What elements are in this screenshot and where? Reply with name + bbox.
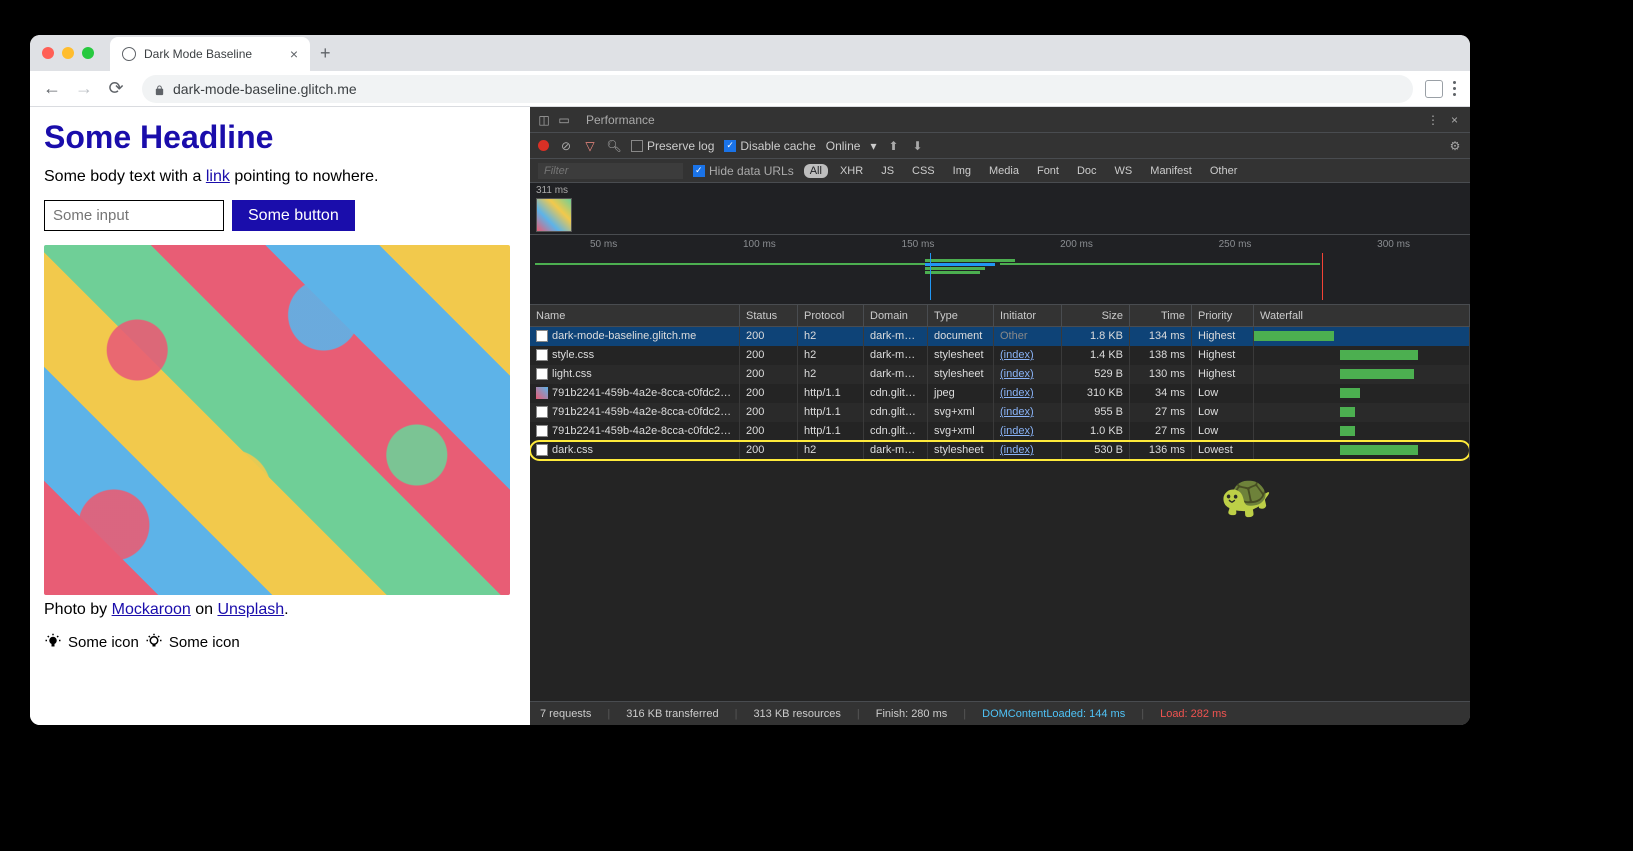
- network-row[interactable]: light.css200h2dark-mo…stylesheet(index)5…: [530, 365, 1470, 384]
- column-header-type[interactable]: Type: [928, 305, 994, 326]
- filter-chip-font[interactable]: Font: [1031, 164, 1065, 178]
- lock-icon: [154, 83, 165, 94]
- filter-chip-img[interactable]: Img: [947, 164, 977, 178]
- preserve-log-checkbox[interactable]: Preserve log: [631, 139, 714, 153]
- filter-chip-all[interactable]: All: [804, 164, 828, 178]
- hide-data-urls-checkbox[interactable]: Hide data URLs: [693, 164, 794, 178]
- column-header-priority[interactable]: Priority: [1192, 305, 1254, 326]
- disable-cache-checkbox[interactable]: Disable cache: [724, 139, 815, 153]
- bulb-icon: [145, 633, 163, 651]
- throttling-select[interactable]: Online ▾: [826, 139, 877, 153]
- image-caption: Photo by Mockaroon on Unsplash.: [44, 601, 516, 619]
- page-content: Some Headline Some body text with a link…: [30, 107, 530, 725]
- minimize-window[interactable]: [62, 47, 74, 59]
- network-row[interactable]: dark.css200h2dark-mo…stylesheet(index)53…: [530, 441, 1470, 460]
- turtle-emoji: 🐢: [1220, 472, 1272, 521]
- demo-button[interactable]: Some button: [232, 200, 355, 231]
- devtools-tab-performance[interactable]: Performance: [576, 107, 665, 133]
- filter-chip-other[interactable]: Other: [1204, 164, 1244, 178]
- browser-menu[interactable]: [1447, 75, 1462, 102]
- back-button[interactable]: ←: [38, 75, 66, 103]
- devtools-close[interactable]: ×: [1445, 113, 1464, 127]
- url-text: dark-mode-baseline.glitch.me: [173, 81, 357, 97]
- forward-button[interactable]: →: [70, 75, 98, 103]
- url-field[interactable]: dark-mode-baseline.glitch.me: [142, 75, 1413, 103]
- filter-chip-media[interactable]: Media: [983, 164, 1025, 178]
- filter-bar: Hide data URLs All XHR JS CSS Img Media Font Do…: [530, 159, 1470, 183]
- network-row[interactable]: 791b2241-459b-4a2e-8cca-c0fdc2…200http/1…: [530, 403, 1470, 422]
- devtools-menu[interactable]: ⋮: [1421, 113, 1445, 127]
- filter-chip-manifest[interactable]: Manifest: [1144, 164, 1198, 178]
- hero-image: [44, 245, 510, 595]
- status-bar: 7 requests| 316 KB transferred| 313 KB r…: [530, 701, 1470, 725]
- maximize-window[interactable]: [82, 47, 94, 59]
- column-header-time[interactable]: Time: [1130, 305, 1192, 326]
- reload-button[interactable]: ⟳: [102, 75, 130, 103]
- column-header-domain[interactable]: Domain: [864, 305, 928, 326]
- column-header-protocol[interactable]: Protocol: [798, 305, 864, 326]
- device-icon[interactable]: ▭: [556, 113, 572, 127]
- address-bar: ← → ⟳ dark-mode-baseline.glitch.me: [30, 71, 1470, 107]
- settings-icon[interactable]: ⚙: [1448, 139, 1462, 153]
- network-table: NameStatusProtocolDomainTypeInitiatorSiz…: [530, 305, 1470, 701]
- filter-chip-js[interactable]: JS: [875, 164, 900, 178]
- filter-icon[interactable]: ▽: [583, 139, 597, 153]
- body-paragraph: Some body text with a link pointing to n…: [44, 168, 516, 186]
- devtools-tab-bar: ◫ ▭ ElementsConsoleSourcesNetworkPerform…: [530, 107, 1470, 133]
- column-header-initiator[interactable]: Initiator: [994, 305, 1062, 326]
- author-link[interactable]: Mockaroon: [112, 601, 191, 618]
- close-tab-icon[interactable]: ×: [290, 46, 298, 62]
- body-link[interactable]: link: [206, 168, 230, 185]
- devtools-panel: ◫ ▭ ElementsConsoleSourcesNetworkPerform…: [530, 107, 1470, 725]
- close-window[interactable]: [42, 47, 54, 59]
- icon-row: Some icon Some icon: [44, 633, 516, 651]
- network-row[interactable]: 791b2241-459b-4a2e-8cca-c0fdc2…200http/1…: [530, 422, 1470, 441]
- browser-tab[interactable]: Dark Mode Baseline ×: [110, 37, 310, 71]
- tab-strip: Dark Mode Baseline × +: [30, 35, 1470, 71]
- column-header-waterfall[interactable]: Waterfall: [1254, 305, 1470, 326]
- filter-chip-ws[interactable]: WS: [1109, 164, 1139, 178]
- clear-icon[interactable]: ⊘: [559, 139, 573, 153]
- source-link[interactable]: Unsplash: [217, 601, 284, 618]
- network-row[interactable]: 791b2241-459b-4a2e-8cca-c0fdc2…200http/1…: [530, 384, 1470, 403]
- filter-input[interactable]: [538, 163, 683, 179]
- upload-icon[interactable]: ⬆: [886, 139, 900, 153]
- new-tab-button[interactable]: +: [320, 43, 331, 64]
- window-controls: [42, 47, 94, 59]
- overview-timeline[interactable]: 50 ms100 ms150 ms200 ms250 ms300 ms: [530, 235, 1470, 305]
- download-icon[interactable]: ⬇: [910, 139, 924, 153]
- filter-chip-css[interactable]: CSS: [906, 164, 941, 178]
- filter-chip-xhr[interactable]: XHR: [834, 164, 869, 178]
- page-headline: Some Headline: [44, 119, 516, 156]
- filmstrip: 311 ms: [530, 183, 1470, 235]
- network-row[interactable]: dark-mode-baseline.glitch.me200h2dark-mo…: [530, 327, 1470, 346]
- network-row[interactable]: style.css200h2dark-mo…stylesheet(index)1…: [530, 346, 1470, 365]
- bulb-icon: [44, 633, 62, 651]
- globe-icon: [122, 47, 136, 61]
- filter-chip-doc[interactable]: Doc: [1071, 164, 1103, 178]
- tab-title: Dark Mode Baseline: [144, 47, 282, 61]
- record-button[interactable]: [538, 140, 549, 151]
- column-header-name[interactable]: Name: [530, 305, 740, 326]
- browser-window: Dark Mode Baseline × + ← → ⟳ dark-mode-b…: [30, 35, 1470, 725]
- inspect-icon[interactable]: ◫: [536, 113, 552, 127]
- network-toolbar: ⊘ ▽ 🔍︎ Preserve log Disable cache Online…: [530, 133, 1470, 159]
- column-header-status[interactable]: Status: [740, 305, 798, 326]
- demo-input[interactable]: [44, 200, 224, 231]
- search-icon[interactable]: 🔍︎: [607, 139, 621, 153]
- column-header-size[interactable]: Size: [1062, 305, 1130, 326]
- filmstrip-thumbnail[interactable]: [536, 198, 572, 232]
- extension-icon[interactable]: [1425, 80, 1443, 98]
